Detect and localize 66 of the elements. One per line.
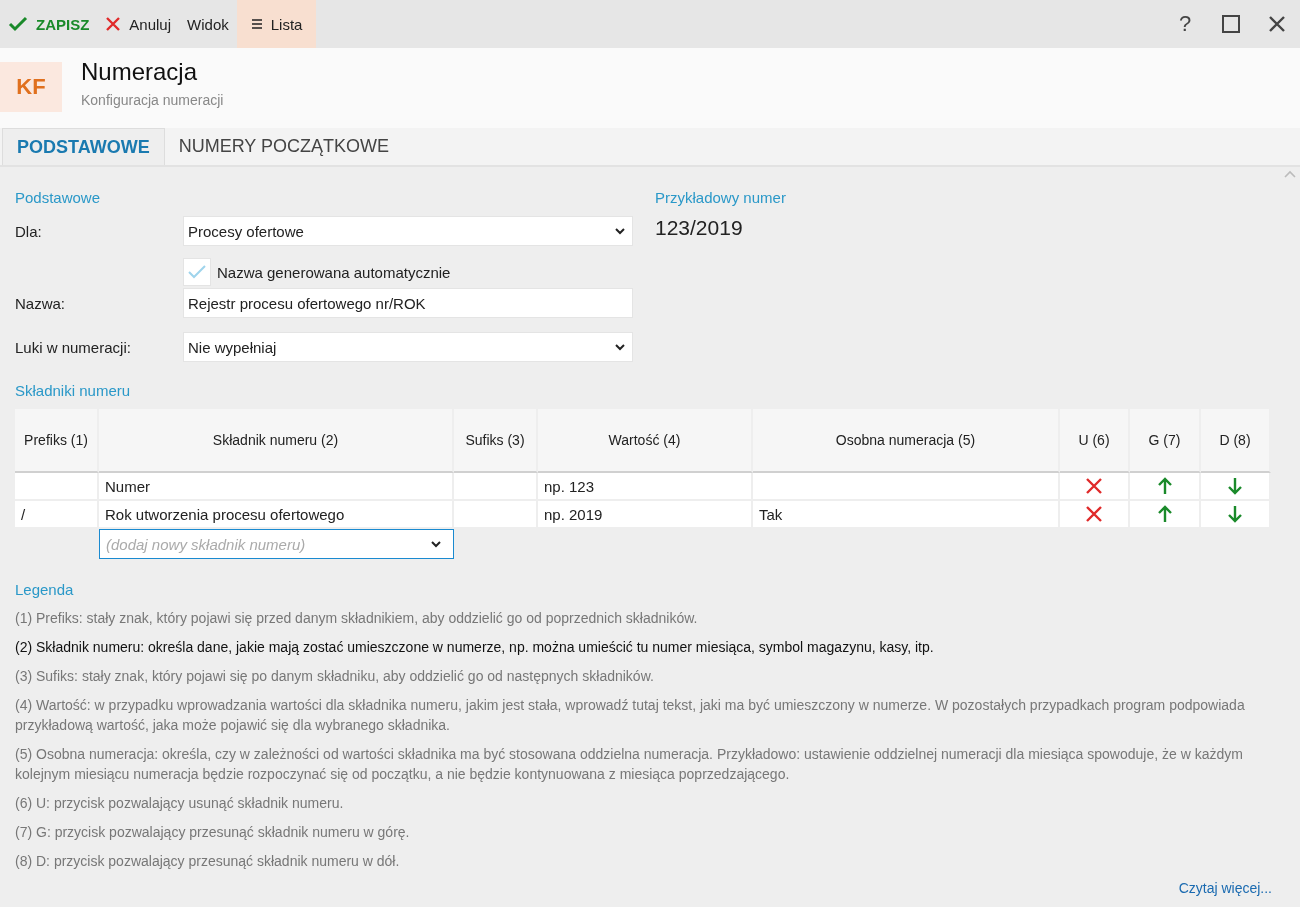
move-down-button[interactable] <box>1227 505 1243 523</box>
table-cell[interactable]: Tak <box>753 501 1060 529</box>
toolbar-button[interactable]: Lista <box>236 0 317 48</box>
column-header: Składnik numeru (2) <box>99 409 454 473</box>
field-label: Nazwa: <box>15 294 67 312</box>
column-header: Wartość (4) <box>538 409 753 473</box>
field-label: Dla: <box>15 222 43 240</box>
tab[interactable]: PODSTAWOWE <box>2 128 165 165</box>
page-subtitle: Konfiguracja numeracji <box>81 92 224 108</box>
section-heading: Podstawowe <box>15 189 102 206</box>
table-cell[interactable]: Rok utworzenia procesu ofertowego <box>99 501 454 529</box>
column-header: D (8) <box>1201 409 1271 473</box>
table-cell[interactable]: Numer <box>99 473 454 501</box>
add-component-dropdown[interactable]: (dodaj nowy składnik numeru) <box>99 529 454 559</box>
delete-button[interactable] <box>1085 505 1103 523</box>
toolbar-button[interactable]: Widok <box>179 0 237 48</box>
read-more-link[interactable]: Czytaj więcej... <box>1178 880 1272 896</box>
legend-text: (3) Sufiks: stały znak, który pojawi się po danym składniku, aby oddzielić go od następnych składników. <box>15 667 655 686</box>
table-cell[interactable]: np. 123 <box>538 473 753 501</box>
maximize-icon <box>1222 15 1240 33</box>
chevron-down-icon <box>614 227 626 235</box>
check-icon <box>187 264 207 280</box>
field-label: Luki w numeracji: <box>15 338 132 356</box>
legend-text: (1) Prefiks: stały znak, który pojawi się przed danym składnikiem, aby oddzielić go od poprzednich składników. <box>15 609 699 628</box>
tab[interactable]: NUMERY POCZĄTKOWE <box>164 128 404 165</box>
delete-button[interactable] <box>1085 477 1103 495</box>
checkbox[interactable] <box>183 258 211 286</box>
move-down-button[interactable] <box>1227 477 1243 495</box>
table-cell[interactable] <box>454 473 538 501</box>
dropdown[interactable]: Nie wypełniaj <box>183 332 633 362</box>
table-cell[interactable] <box>454 501 538 529</box>
legend-text: (4) Wartość: w przypadku wprowadzania wartości dla składnika numeru, jakim jest stała, wprowadź tutaj tekst, jaki ma być umieszczony w numerze. W pozostałych przypadkach program podpowiada przykładową wartość, jaka może pojawić się dla wybranego składnika. <box>15 696 1246 735</box>
table-cell[interactable]: np. 2019 <box>538 501 753 529</box>
table-cell[interactable]: / <box>15 501 99 529</box>
close-icon <box>105 16 122 32</box>
toolbar-button[interactable]: ZAPISZ <box>0 0 98 48</box>
close-icon <box>1268 15 1286 33</box>
table-cell[interactable] <box>753 473 1060 501</box>
legend-text: (6) U: przycisk pozwalający usunąć składnik numeru. <box>15 794 345 813</box>
page-title: Numeracja <box>81 58 199 86</box>
move-up-button[interactable] <box>1156 505 1173 523</box>
check-icon <box>8 16 28 32</box>
column-header: G (7) <box>1130 409 1201 473</box>
module-badge: KF <box>0 62 62 112</box>
table-cell[interactable] <box>15 473 99 501</box>
column-header: Osobna numeracja (5) <box>753 409 1060 473</box>
example-number: 123/2019 <box>655 216 744 240</box>
section-heading: Legenda <box>15 581 75 598</box>
dropdown[interactable]: Procesy ofertowe <box>183 216 633 246</box>
help-button[interactable]: ? <box>1162 0 1208 48</box>
chevron-down-icon <box>614 343 626 351</box>
toolbar-button[interactable]: Anuluj <box>97 0 180 48</box>
move-up-button[interactable] <box>1156 477 1173 495</box>
legend-text: (8) D: przycisk pozwalający przesunąć składnik numeru w dół. <box>15 852 401 871</box>
checkbox-label: Nazwa generowana automatycznie <box>217 263 451 281</box>
chevron-down-icon <box>430 540 442 548</box>
legend-text: (2) Składnik numeru: określa dane, jakie mają zostać umieszczone w numerze, np. można umieścić tu numer miesiąca, symbol magazynu, kasy, itp. <box>15 638 935 657</box>
column-header: Prefiks (1) <box>15 409 99 473</box>
section-heading: Przykładowy numer <box>655 189 786 206</box>
legend-text: (7) G: przycisk pozwalający przesunąć składnik numeru w górę. <box>15 823 411 842</box>
legend-text: (5) Osobna numeracja: określa, czy w zależności od wartości składnika ma być stosowana oddzielna numeracja. Przykładowo: ustawienie oddzielnej numeracji dla miesiąca spowoduje, że w każdym kolejnym miesiącu numeracja będzie rozpoczynać się od początku, a nie będzie kontynuowana z miesiąca poprzedzającego. <box>15 745 1244 784</box>
menu-icon <box>250 18 263 30</box>
section-heading: Składniki numeru <box>15 382 132 399</box>
column-header: Sufiks (3) <box>454 409 538 473</box>
input-field[interactable]: Rejestr procesu ofertowego nr/ROK <box>183 288 633 318</box>
column-header: U (6) <box>1060 409 1130 473</box>
